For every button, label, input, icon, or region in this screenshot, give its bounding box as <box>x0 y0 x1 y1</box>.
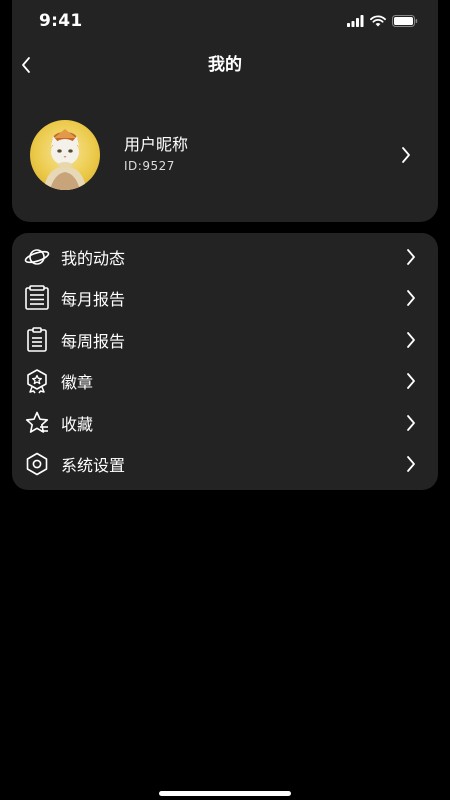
chevron-right-icon <box>402 147 410 163</box>
chevron-right-icon <box>404 247 418 267</box>
battery-icon <box>392 15 418 27</box>
chevron-right-icon <box>404 371 418 391</box>
chevron-right-icon <box>404 454 418 474</box>
menu-item-monthly-report[interactable]: 每月报告 <box>12 278 438 320</box>
menu-item-label: 徽章 <box>61 373 94 393</box>
profile-screen: 9:41 我的 用户昵称 ID:9527 我的动态 每月报告 每周报告 徽章 收… <box>0 0 450 800</box>
menu-item-label: 每周报告 <box>61 331 126 351</box>
home-indicator[interactable] <box>159 791 291 796</box>
menu-item-weekly-report[interactable]: 每周报告 <box>12 319 438 361</box>
favorite-star-icon <box>23 409 51 437</box>
menu-item-badges[interactable]: 徽章 <box>12 361 438 403</box>
cellular-signal-icon <box>347 15 364 27</box>
profile-nickname: 用户昵称 <box>124 135 189 154</box>
menu-item-settings[interactable]: 系统设置 <box>12 444 438 486</box>
menu-item-my-feed[interactable]: 我的动态 <box>12 236 438 278</box>
page-title: 我的 <box>208 55 242 75</box>
badge-icon <box>23 367 51 395</box>
chevron-right-icon <box>404 330 418 350</box>
menu-item-label: 我的动态 <box>61 248 126 268</box>
menu-item-label: 系统设置 <box>61 456 126 476</box>
menu-item-label: 收藏 <box>61 414 94 434</box>
wifi-icon <box>370 15 386 27</box>
settings-hexagon-icon <box>23 450 51 478</box>
avatar[interactable] <box>30 120 100 190</box>
chevron-right-icon <box>404 288 418 308</box>
monthly-report-icon <box>23 284 51 312</box>
status-icons <box>347 14 418 28</box>
cat-avatar-illustration <box>44 129 86 190</box>
chevron-right-icon <box>404 413 418 433</box>
profile-id: ID:9527 <box>124 159 175 173</box>
profile-row[interactable]: 用户昵称 ID:9527 <box>12 120 438 190</box>
status-time: 9:41 <box>39 11 83 31</box>
weekly-report-icon <box>23 326 51 354</box>
planet-icon <box>23 243 51 271</box>
menu-card: 我的动态 每月报告 每周报告 徽章 收藏 系统设置 <box>12 233 438 490</box>
menu-item-favorites[interactable]: 收藏 <box>12 402 438 444</box>
menu-item-label: 每月报告 <box>61 290 126 310</box>
